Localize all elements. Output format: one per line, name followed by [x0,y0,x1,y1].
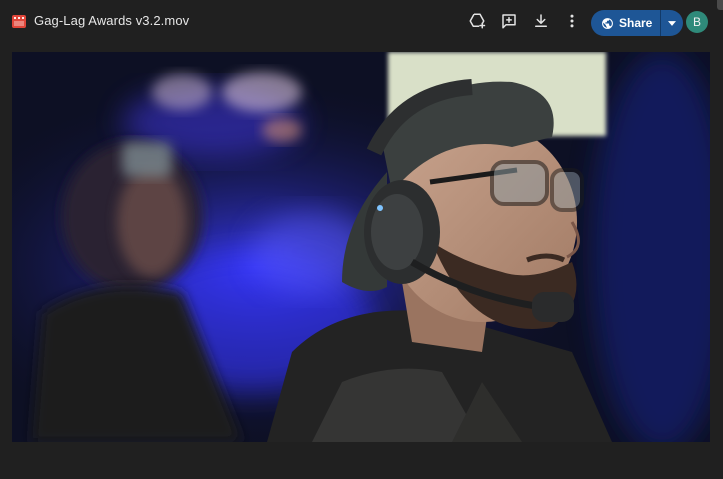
video-frame [12,52,710,442]
share-menu-button[interactable] [661,10,683,36]
more-options-icon[interactable] [561,10,583,32]
drive-preview-window: Gag-Lag Awards v3.2.mov Share B [0,0,723,479]
add-comment-icon[interactable] [498,10,520,32]
share-label: Share [619,16,653,30]
share-button[interactable]: Share [591,10,662,36]
add-to-drive-icon[interactable] [466,10,488,32]
globe-icon [602,17,613,29]
window-corner [717,0,723,10]
chevron-down-icon [668,20,677,26]
video-file-icon [12,15,26,28]
share-button-group: Share [591,10,684,36]
download-icon[interactable] [530,10,552,32]
account-avatar[interactable]: B [686,11,708,33]
video-preview[interactable] [12,52,710,442]
preview-toolbar: Gag-Lag Awards v3.2.mov Share B [0,0,723,44]
file-title: Gag-Lag Awards v3.2.mov [34,13,190,28]
